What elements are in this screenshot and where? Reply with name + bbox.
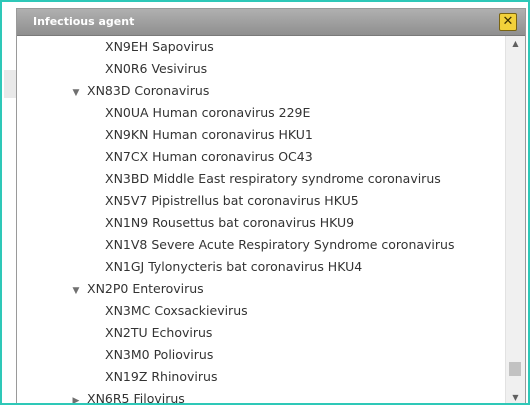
close-button[interactable]: ✕ <box>499 13 517 31</box>
tree-leaf-item[interactable]: XN1GJ Tylonycteris bat coronavirus HKU4 <box>105 256 362 278</box>
tree-leaf-item[interactable]: XN3BD Middle East respiratory syndrome c… <box>105 168 441 190</box>
scrollbar-thumb[interactable] <box>509 362 521 376</box>
tree-item-label: XN2TU Echovirus <box>105 325 213 340</box>
close-icon: ✕ <box>502 14 514 29</box>
vertical-scrollbar[interactable]: ▲ ▼ <box>505 36 525 403</box>
tree-item-label: XN7CX Human coronavirus OC43 <box>105 149 313 164</box>
tree-item-label: XN83D Coronavirus <box>87 83 210 98</box>
dialog-titlebar[interactable]: Infectious agent ✕ <box>17 9 525 36</box>
dialog-title: Infectious agent <box>33 15 135 28</box>
tree-leaf-item[interactable]: XN0R6 Vesivirus <box>105 58 207 80</box>
tree-item-label: XN1GJ Tylonycteris bat coronavirus HKU4 <box>105 259 363 274</box>
triangle-right-icon[interactable]: ▶ <box>69 390 83 403</box>
agent-tree-list[interactable]: XN9EH Sapovirus XN0R6 Vesivirus ▼ XN83D Cor… <box>17 36 506 405</box>
tree-leaf-item[interactable]: XN1V8 Severe Acute Respiratory Syndrome … <box>105 234 454 256</box>
tree-leaf-item[interactable]: XN9KN Human coronavirus HKU1 <box>105 124 313 146</box>
tree-item-label: XN0R6 Vesivirus <box>105 61 208 76</box>
tree-item-label: XN3M0 Poliovirus <box>105 347 214 362</box>
tree-item-label: XN19Z Rhinovirus <box>105 369 218 384</box>
tree-leaf-item[interactable]: XN1N9 Rousettus bat coronavirus HKU9 <box>105 212 354 234</box>
chevron-up-icon[interactable]: ▲ <box>506 36 525 52</box>
chevron-down-icon[interactable]: ▼ <box>506 390 525 403</box>
triangle-down-icon[interactable]: ▼ <box>69 82 83 104</box>
tree-item-label: XN6R5 Filovirus <box>87 391 185 405</box>
infectious-agent-dialog: Infectious agent ✕ XN9EH Sapovirus XN0R6 … <box>16 8 526 405</box>
tree-group-item[interactable]: ▼ XN83D Coronavirus <box>69 80 210 104</box>
tree-leaf-item[interactable]: XN19Z Rhinovirus <box>105 366 217 388</box>
tree-leaf-item[interactable]: XN3MC Coxsackievirus <box>105 300 248 322</box>
tree-item-label: XN1V8 Severe Acute Respiratory Syndrome … <box>105 237 455 252</box>
tree-group-item[interactable]: ▶ XN6R5 Filovirus <box>69 388 185 405</box>
tree-leaf-item[interactable]: XN9EH Sapovirus <box>105 36 214 58</box>
tree-leaf-item[interactable]: XN3M0 Poliovirus <box>105 344 213 366</box>
tree-leaf-item[interactable]: XN7CX Human coronavirus OC43 <box>105 146 313 168</box>
tree-item-label: XN3BD Middle East respiratory syndrome c… <box>105 171 441 186</box>
background-strip <box>4 70 16 98</box>
tree-item-label: XN0UA Human coronavirus 229E <box>105 105 311 120</box>
tree-group-item[interactable]: ▼ XN2P0 Enterovirus <box>69 278 204 300</box>
screen-frame: Infectious agent ✕ XN9EH Sapovirus XN0R6 … <box>0 0 530 405</box>
tree-item-label: XN3MC Coxsackievirus <box>105 303 248 318</box>
tree-leaf-item[interactable]: XN5V7 Pipistrellus bat coronavirus HKU5 <box>105 190 359 212</box>
tree-item-label: XN9KN Human coronavirus HKU1 <box>105 127 313 142</box>
triangle-down-icon[interactable]: ▼ <box>69 280 83 302</box>
tree-item-label: XN5V7 Pipistrellus bat coronavirus HKU5 <box>105 193 359 208</box>
tree-item-label: XN2P0 Enterovirus <box>87 281 204 296</box>
tree-leaf-item[interactable]: XN2TU Echovirus <box>105 322 212 344</box>
tree-item-label: XN1N9 Rousettus bat coronavirus HKU9 <box>105 215 355 230</box>
tree-leaf-item[interactable]: XN0UA Human coronavirus 229E <box>105 102 310 124</box>
tree-item-label: XN9EH Sapovirus <box>105 39 214 54</box>
